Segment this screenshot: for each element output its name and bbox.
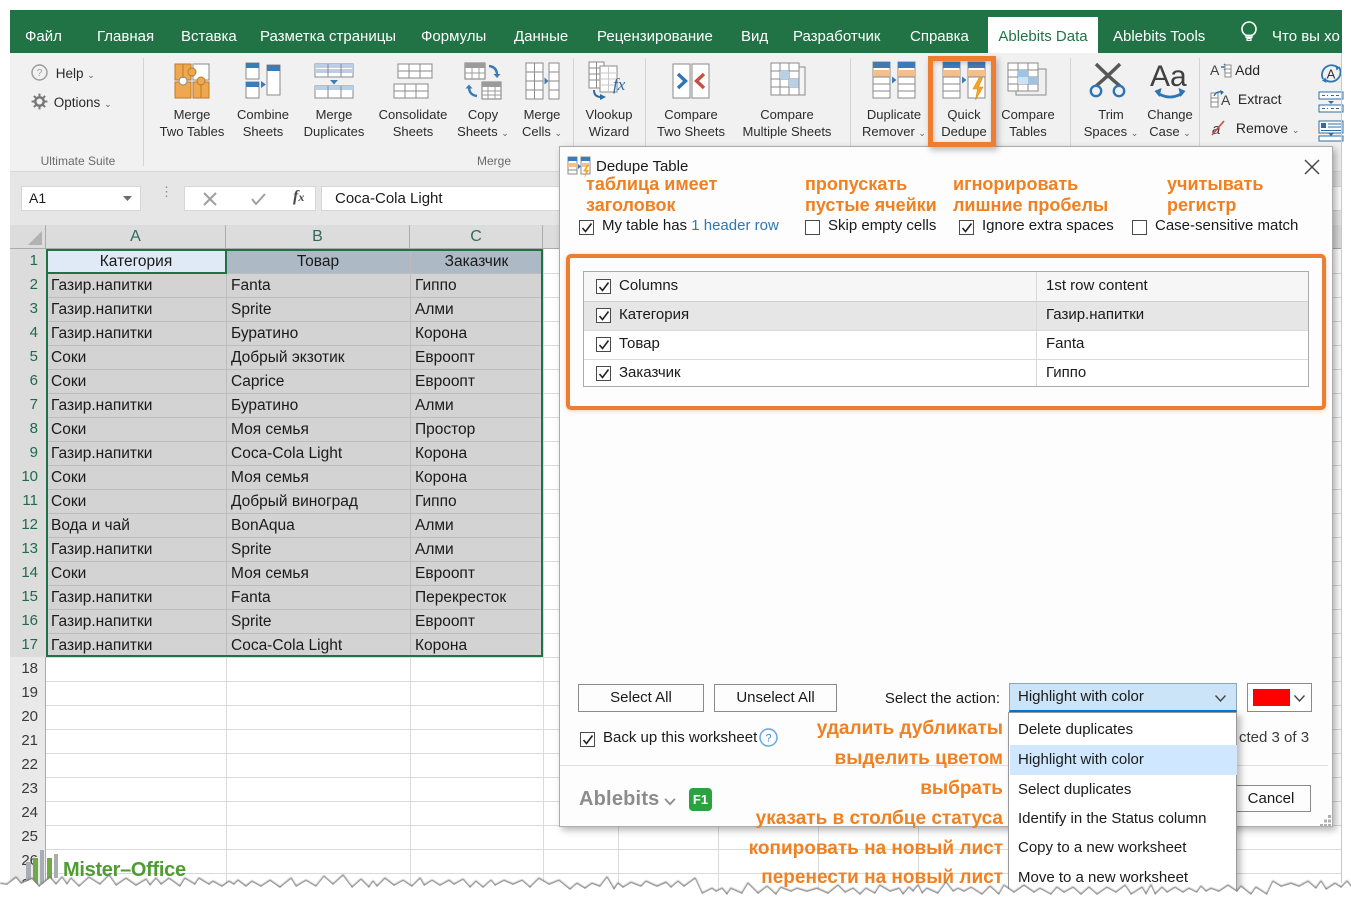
svg-text:fx: fx xyxy=(613,75,626,94)
svg-text:?: ? xyxy=(37,68,43,79)
svg-text:A: A xyxy=(1221,92,1231,108)
svg-text:A: A xyxy=(1210,62,1220,78)
svg-text:A: A xyxy=(1327,67,1336,82)
svg-text:Aa: Aa xyxy=(1150,60,1187,93)
svg-text:?: ? xyxy=(765,733,771,745)
